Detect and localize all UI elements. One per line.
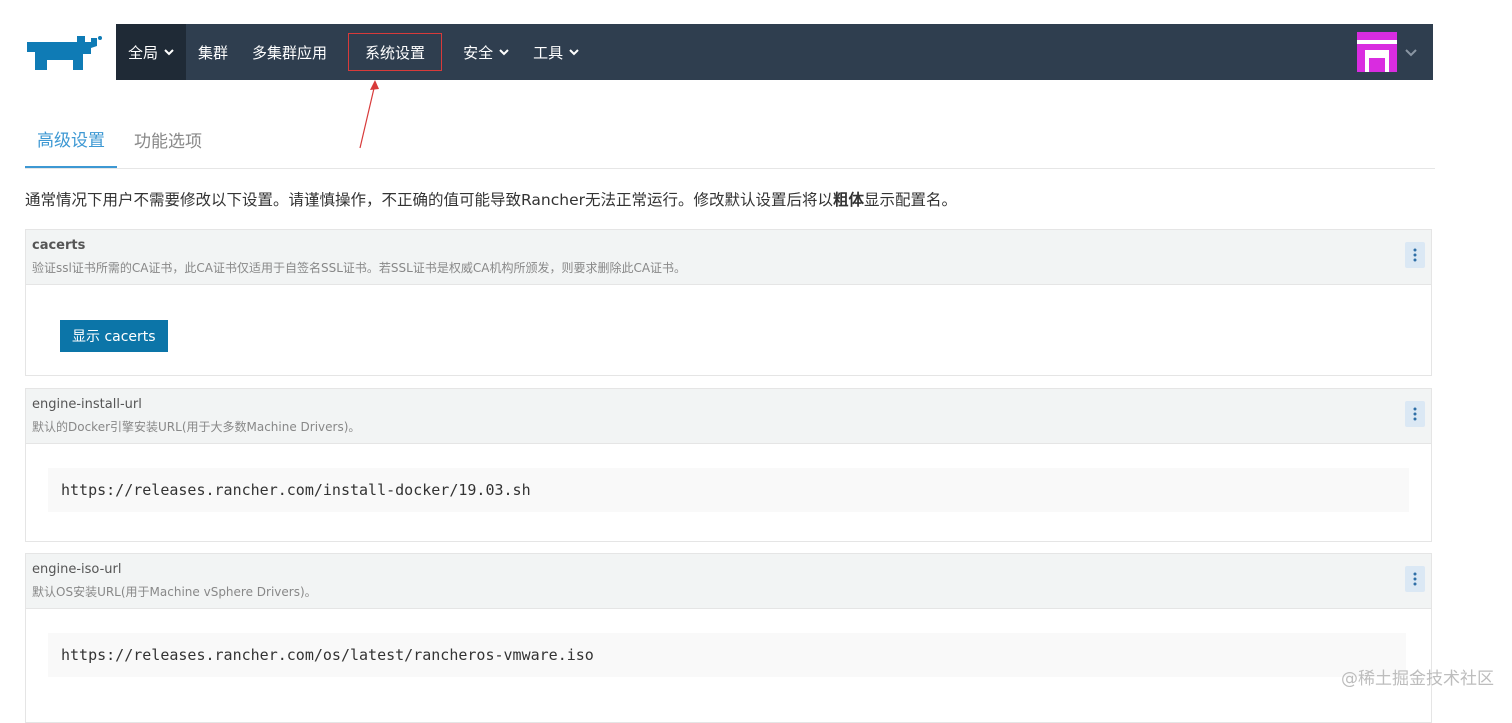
setting-name: cacerts xyxy=(32,238,86,253)
setting-header: cacerts 验证ssl证书所需的CA证书，此CA证书仅适用于自签名SSL证书… xyxy=(26,230,1431,285)
user-menu[interactable] xyxy=(1357,24,1433,80)
setting-header: engine-iso-url 默认OS安装URL(用于Machine vSphe… xyxy=(26,554,1431,609)
setting-description: 默认的Docker引擎安装URL(用于大多数Machine Drivers)。 xyxy=(32,420,361,434)
nav-item-label: 安全 xyxy=(463,43,494,62)
chevron-down-icon xyxy=(164,49,174,56)
nav-item-system-settings[interactable]: 系统设置 xyxy=(339,24,451,80)
nav-item-global[interactable]: 全局 xyxy=(116,24,187,80)
avatar[interactable] xyxy=(1357,32,1397,72)
settings-description: 通常情况下用户不需要修改以下设置。请谨慎操作，不正确的值可能导致Rancher无… xyxy=(25,188,1445,210)
chevron-down-icon xyxy=(569,49,579,56)
nav-item-label: 全局 xyxy=(128,43,159,62)
kebab-menu-icon xyxy=(1413,572,1417,586)
setting-body: https://releases.rancher.com/os/latest/r… xyxy=(26,609,1431,722)
setting-description: 验证ssl证书所需的CA证书，此CA证书仅适用于自签名SSL证书。若SSL证书是… xyxy=(32,261,687,275)
nav-item-multi-cluster-apps[interactable]: 多集群应用 xyxy=(240,24,339,80)
description-text-end: 显示配置名。 xyxy=(864,191,958,209)
setting-body: https://releases.rancher.com/install-doc… xyxy=(26,444,1431,541)
top-nav: 全局 集群 多集群应用 系统设置 安全 工具 xyxy=(116,24,1433,80)
kebab-menu-icon xyxy=(1413,407,1417,421)
nav-item-label: 系统设置 xyxy=(365,43,426,62)
setting-header: engine-install-url 默认的Docker引擎安装URL(用于大多… xyxy=(26,389,1431,444)
nav-item-tools[interactable]: 工具 xyxy=(521,24,591,80)
tab-label: 高级设置 xyxy=(37,130,105,151)
nav-item-label: 多集群应用 xyxy=(252,43,328,62)
setting-name: engine-iso-url xyxy=(32,562,122,577)
nav-item-clusters[interactable]: 集群 xyxy=(186,24,240,80)
chevron-down-icon xyxy=(1405,49,1417,57)
description-text: 通常情况下用户不需要修改以下设置。请谨慎操作，不正确的值可能导致Rancher无… xyxy=(25,191,834,209)
nav-item-label: 工具 xyxy=(533,43,564,62)
setting-menu-button[interactable] xyxy=(1405,566,1425,592)
setting-body: 显示 cacerts xyxy=(26,285,1431,375)
settings-tabs: 高级设置 功能选项 xyxy=(25,110,1435,169)
description-bold: 粗体 xyxy=(833,191,865,209)
rancher-logo-icon[interactable] xyxy=(25,34,103,72)
tab-feature-flags[interactable]: 功能选项 xyxy=(117,110,219,168)
setting-menu-button[interactable] xyxy=(1405,401,1425,427)
nav-item-security[interactable]: 安全 xyxy=(451,24,521,80)
setting-menu-button[interactable] xyxy=(1405,242,1425,268)
chevron-down-icon xyxy=(499,49,509,56)
setting-name: engine-install-url xyxy=(32,397,142,412)
tab-advanced-settings[interactable]: 高级设置 xyxy=(25,110,117,168)
tab-label: 功能选项 xyxy=(134,131,202,152)
watermark: @稀土掘金技术社区 xyxy=(1341,669,1494,689)
setting-card-cacerts: cacerts 验证ssl证书所需的CA证书，此CA证书仅适用于自签名SSL证书… xyxy=(25,229,1432,376)
show-cacerts-button[interactable]: 显示 cacerts xyxy=(60,320,168,352)
setting-value: https://releases.rancher.com/install-doc… xyxy=(48,468,1409,512)
nav-item-label: 集群 xyxy=(198,43,229,62)
kebab-menu-icon xyxy=(1413,248,1417,262)
setting-description: 默认OS安装URL(用于Machine vSphere Drivers)。 xyxy=(32,585,317,599)
setting-card-engine-iso-url: engine-iso-url 默认OS安装URL(用于Machine vSphe… xyxy=(25,553,1432,723)
setting-card-engine-install-url: engine-install-url 默认的Docker引擎安装URL(用于大多… xyxy=(25,388,1432,542)
setting-value: https://releases.rancher.com/os/latest/r… xyxy=(48,633,1406,677)
